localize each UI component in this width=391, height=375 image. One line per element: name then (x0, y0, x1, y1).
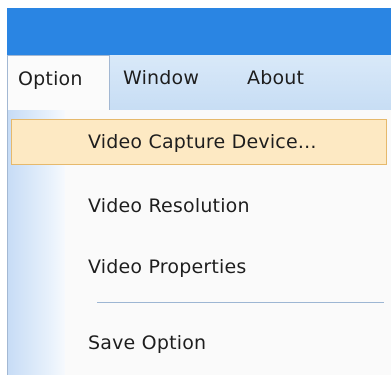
menu-item-label: Video Resolution (88, 195, 250, 217)
menu-item-label: Save Option (88, 332, 207, 354)
menu-item-label: Video Capture Device... (88, 131, 317, 153)
menu-option[interactable]: Option (7, 55, 110, 111)
menu-item-video-resolution[interactable]: Video Resolution (88, 195, 250, 217)
menu-item-video-capture-device[interactable]: Video Capture Device... (11, 119, 387, 165)
app-window: Option Window About Video Capture Device… (0, 0, 391, 375)
menu-item-save-option[interactable]: Save Option (88, 332, 206, 354)
option-dropdown-menu: Video Capture Device... Video Resolution… (7, 110, 391, 375)
menu-separator (97, 302, 384, 303)
menu-bar: Option Window About (7, 55, 391, 112)
menu-window[interactable]: Window (123, 67, 199, 89)
title-bar (0, 0, 391, 56)
menu-about-label: About (247, 67, 305, 89)
menu-window-label: Window (123, 67, 200, 89)
menu-item-label: Video Properties (88, 256, 247, 278)
menu-option-label: Option (18, 68, 83, 90)
menu-item-video-properties[interactable]: Video Properties (88, 256, 247, 278)
menu-about[interactable]: About (247, 67, 304, 89)
title-bar-fill (7, 8, 391, 55)
